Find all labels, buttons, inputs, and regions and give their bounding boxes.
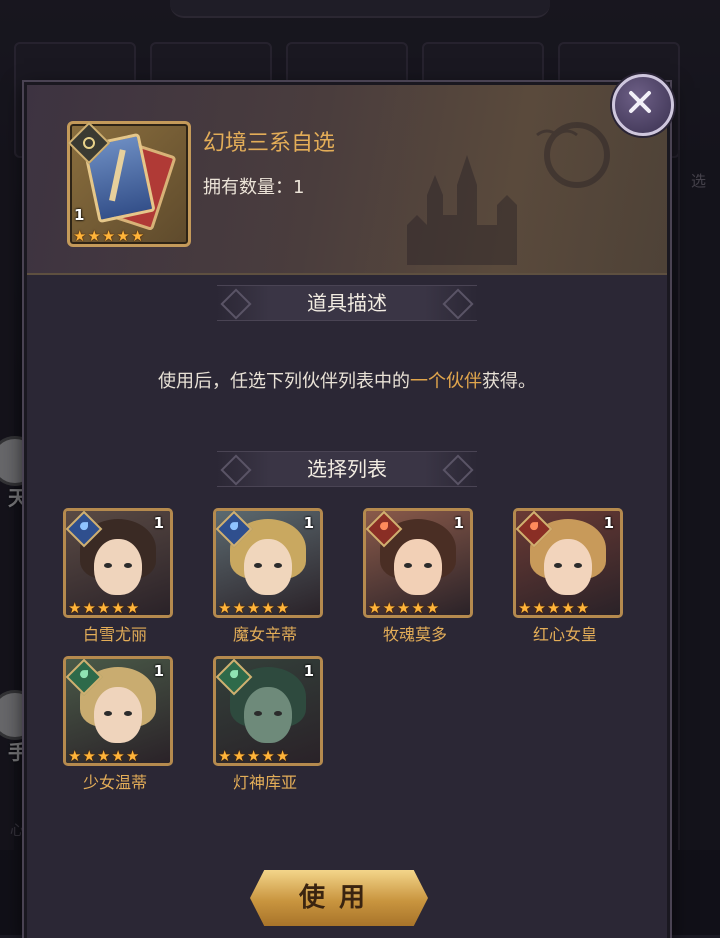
item-detail-dialog: 1 ★ ★ ★ ★ ★ 幻境三系自选 拥有数量：1 道具描述 使用后，任选下列伙伴列表中…	[24, 82, 670, 938]
star-icon: ★	[546, 599, 561, 617]
companion-star-rating: ★ ★ ★ ★ ★	[518, 601, 589, 616]
companion-count: 1	[153, 662, 164, 680]
item-star-rating: ★ ★ ★ ★ ★	[73, 229, 144, 244]
companion-star-rating: ★ ★ ★ ★ ★	[368, 601, 439, 616]
star-icon: ★	[111, 747, 125, 765]
star-icon: ★	[232, 747, 246, 765]
companion-name: 魔女辛蒂	[232, 625, 297, 644]
companion-card[interactable]: 1 ★ ★ ★ ★ ★ 灯神库亚	[213, 656, 323, 792]
companion-portrait-frame: 1 ★ ★ ★ ★ ★	[213, 508, 323, 618]
star-icon: ★	[130, 227, 145, 245]
companion-count: 1	[303, 514, 314, 532]
star-icon: ★	[101, 227, 116, 245]
item-header: 1 ★ ★ ★ ★ ★ 幻境三系自选 拥有数量：1	[27, 85, 667, 275]
description-section-title: 道具描述	[217, 285, 477, 321]
companion-star-rating: ★ ★ ★ ★ ★	[68, 601, 139, 616]
companion-count: 1	[603, 514, 614, 532]
companion-portrait-frame: 1 ★ ★ ★ ★ ★	[213, 656, 323, 766]
star-icon: ★	[96, 599, 111, 617]
star-icon: ★	[532, 599, 546, 617]
companion-star-rating: ★ ★ ★ ★ ★	[218, 601, 289, 616]
companion-name: 少女温蒂	[82, 773, 147, 792]
star-icon: ★	[111, 599, 125, 617]
star-icon: ★	[575, 599, 590, 617]
ornament-icon	[220, 288, 252, 320]
companion-count: 1	[153, 514, 164, 532]
use-button[interactable]: 使用	[250, 870, 428, 926]
star-icon: ★	[68, 599, 82, 617]
star-icon: ★	[425, 599, 440, 617]
companion-portrait-frame: 1 ★ ★ ★ ★ ★	[63, 508, 173, 618]
list-section-title: 选择列表	[217, 451, 477, 487]
star-icon: ★	[275, 599, 290, 617]
ornament-icon	[442, 288, 474, 320]
star-icon: ★	[561, 599, 575, 617]
star-icon: ★	[246, 747, 261, 765]
companion-card[interactable]: 1 ★ ★ ★ ★ ★ 红心女皇	[513, 508, 623, 644]
companion-portrait-frame: 1 ★ ★ ★ ★ ★	[513, 508, 623, 618]
star-icon: ★	[232, 599, 246, 617]
star-icon: ★	[73, 227, 87, 245]
item-description: 使用后，任选下列伙伴列表中的一个伙伴获得。	[27, 367, 667, 393]
ornament-icon	[442, 454, 474, 486]
description-text: 获得。	[482, 371, 536, 392]
companion-name: 红心女皇	[532, 625, 597, 644]
castle-silhouette-icon	[407, 122, 610, 265]
item-owned-count: 拥有数量：1	[203, 177, 305, 198]
star-icon: ★	[218, 599, 232, 617]
companion-card[interactable]: 1 ★ ★ ★ ★ ★ 魔女辛蒂	[213, 508, 323, 644]
star-icon: ★	[125, 747, 140, 765]
companion-star-rating: ★ ★ ★ ★ ★	[68, 749, 139, 764]
star-icon: ★	[261, 747, 275, 765]
section-title-text: 道具描述	[307, 291, 387, 315]
item-icon-frame: 1 ★ ★ ★ ★ ★	[67, 121, 191, 247]
section-title-text: 选择列表	[307, 457, 387, 481]
star-icon: ★	[96, 747, 111, 765]
star-icon: ★	[396, 599, 411, 617]
item-count-badge: 1	[74, 206, 85, 224]
close-button[interactable]	[612, 74, 674, 136]
star-icon: ★	[82, 599, 96, 617]
companion-count: 1	[453, 514, 464, 532]
companion-portrait-frame: 1 ★ ★ ★ ★ ★	[63, 656, 173, 766]
companion-name: 白雪尤丽	[82, 625, 147, 644]
star-icon: ★	[275, 747, 290, 765]
ornament-icon	[220, 454, 252, 486]
companion-count: 1	[303, 662, 314, 680]
companion-card[interactable]: 1 ★ ★ ★ ★ ★ 白雪尤丽	[63, 508, 173, 644]
star-icon: ★	[68, 747, 82, 765]
star-icon: ★	[246, 599, 261, 617]
companion-card[interactable]: 1 ★ ★ ★ ★ ★ 少女温蒂	[63, 656, 173, 792]
star-icon: ★	[82, 747, 96, 765]
close-icon	[629, 91, 651, 113]
description-highlight: 一个伙伴	[410, 371, 482, 392]
star-icon: ★	[382, 599, 396, 617]
star-icon: ★	[125, 599, 140, 617]
item-name: 幻境三系自选	[203, 131, 336, 156]
star-icon: ★	[411, 599, 425, 617]
star-icon: ★	[218, 747, 232, 765]
star-icon: ★	[116, 227, 130, 245]
star-icon: ★	[368, 599, 382, 617]
star-icon: ★	[87, 227, 101, 245]
star-icon: ★	[261, 599, 275, 617]
companion-portrait-frame: 1 ★ ★ ★ ★ ★	[363, 508, 473, 618]
companion-star-rating: ★ ★ ★ ★ ★	[218, 749, 289, 764]
companion-card[interactable]: 1 ★ ★ ★ ★ ★ 牧魂莫多	[363, 508, 473, 644]
description-text: 使用后，任选下列伙伴列表中的	[158, 371, 410, 392]
companion-name: 灯神库亚	[232, 773, 297, 792]
star-icon: ★	[518, 599, 532, 617]
companion-name: 牧魂莫多	[382, 625, 447, 644]
